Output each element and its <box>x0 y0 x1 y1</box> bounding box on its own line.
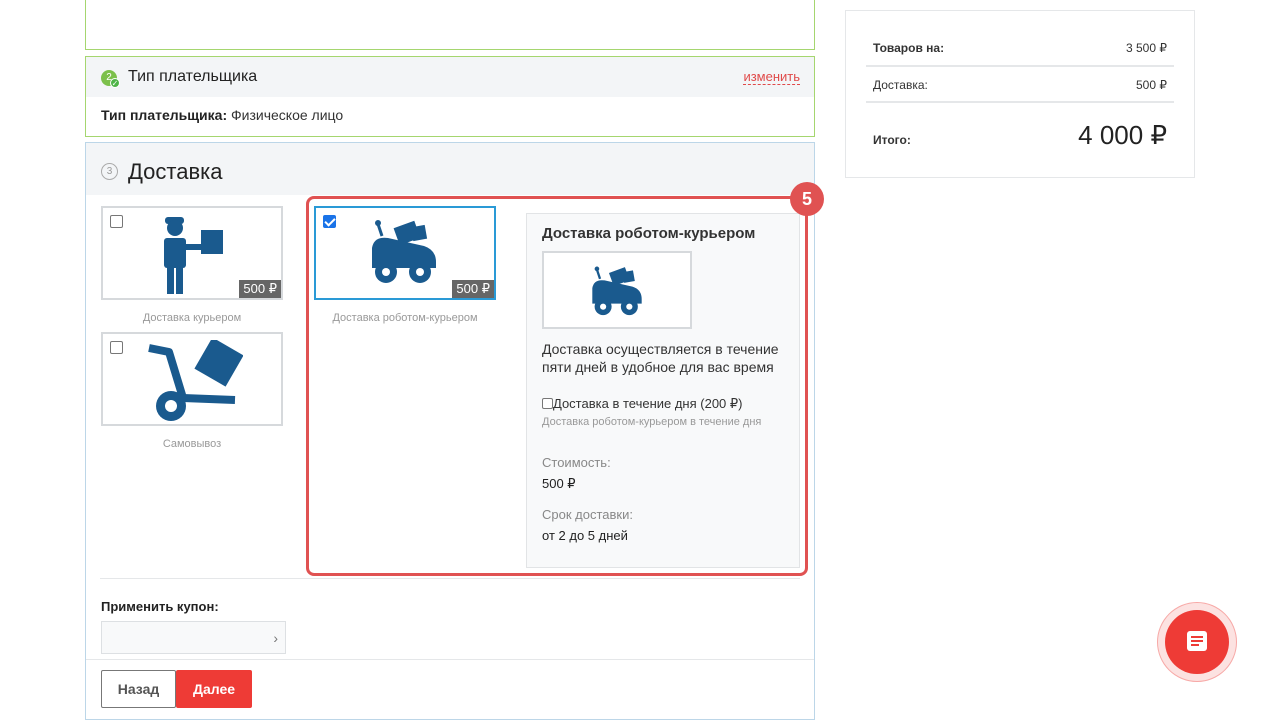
checkmark-icon: ✓ <box>110 78 120 88</box>
coupon-input[interactable]: › <box>101 621 286 654</box>
previous-step-block <box>85 0 815 50</box>
total-label: Итого: <box>873 133 911 147</box>
step-number-badge: 3 <box>101 163 118 180</box>
courier-icon <box>164 217 223 294</box>
feedback-button[interactable] <box>1165 610 1229 674</box>
next-button[interactable]: Далее <box>176 670 252 708</box>
payer-type-label: Тип плательщика: <box>101 107 228 123</box>
delivery-label: Доставка: <box>873 78 928 92</box>
hand-truck-icon <box>148 340 243 421</box>
highlight-frame <box>306 196 808 576</box>
divider <box>86 659 814 660</box>
divider <box>866 101 1174 103</box>
payer-type-value: Тип плательщика: Физическое лицо <box>101 107 343 123</box>
option-checkbox[interactable] <box>110 215 123 228</box>
document-icon <box>1187 631 1207 651</box>
step-done-icon: 2 ✓ <box>101 70 120 88</box>
price-tag: 500 ₽ <box>239 280 281 298</box>
payer-type-text: Физическое лицо <box>231 107 344 123</box>
delivery-value: 500 ₽ <box>1136 78 1167 92</box>
delivery-option-courier[interactable]: 500 ₽ <box>101 206 283 300</box>
back-button[interactable]: Назад <box>101 670 176 708</box>
option-label: Доставка курьером <box>142 312 242 324</box>
order-summary: Товаров на: 3 500 ₽ Доставка: 500 ₽ Итог… <box>845 10 1195 178</box>
option-label: Самовывоз <box>162 438 222 450</box>
payer-type-title: Тип плательщика <box>128 68 258 85</box>
goods-value: 3 500 ₽ <box>1126 41 1167 55</box>
delivery-title: Доставка <box>128 159 223 184</box>
step-badge: 5 <box>790 182 824 216</box>
change-payer-link[interactable]: изменить <box>743 70 800 85</box>
coupon-label: Применить купон: <box>101 599 219 614</box>
delivery-option-pickup[interactable] <box>101 332 283 426</box>
divider <box>866 65 1174 67</box>
goods-label: Товаров на: <box>873 41 945 55</box>
chevron-right-icon[interactable]: › <box>273 630 278 646</box>
divider <box>100 578 800 579</box>
payer-type-section: 2 ✓ Тип плательщика изменить Тип платель… <box>85 56 815 137</box>
delivery-header: 3 Доставка <box>86 143 814 195</box>
total-value: 4 000 ₽ <box>1078 120 1167 150</box>
option-checkbox[interactable] <box>110 341 123 354</box>
payer-type-header: 2 ✓ Тип плательщика изменить <box>86 57 814 97</box>
